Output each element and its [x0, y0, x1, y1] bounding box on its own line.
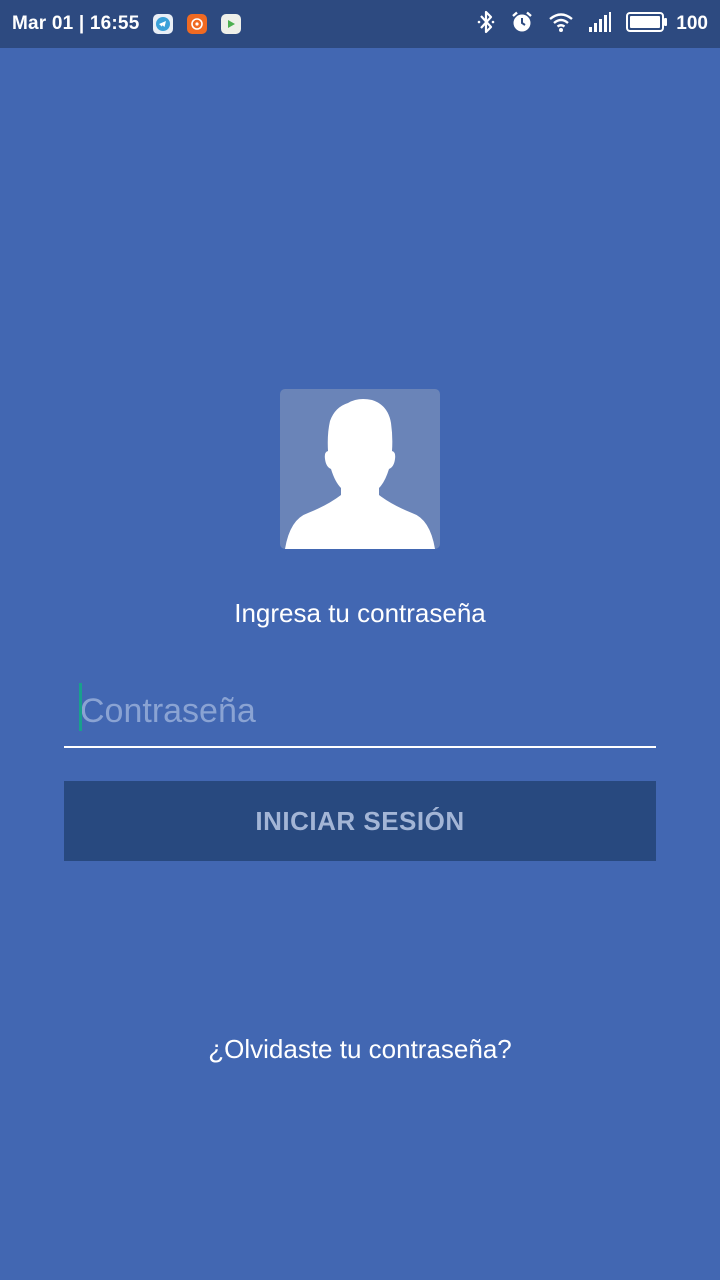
login-button[interactable]: INICIAR SESIÓN — [64, 781, 656, 861]
status-right: 100 — [476, 9, 708, 40]
bluetooth-icon — [476, 9, 496, 40]
status-left: Mar 01 | 16:55 — [12, 13, 242, 35]
password-input[interactable] — [64, 678, 656, 744]
forgot-password-link[interactable]: ¿Olvidaste tu contraseña? — [0, 1034, 720, 1065]
password-field[interactable] — [64, 678, 656, 748]
avatar — [280, 389, 440, 549]
status-time: Mar 01 | 16:55 — [12, 13, 140, 34]
telegram-icon — [153, 14, 174, 34]
person-silhouette-icon — [285, 399, 435, 549]
password-prompt: Ingresa tu contraseña — [234, 598, 486, 628]
text-cursor — [79, 683, 82, 731]
status-bar: Mar 01 | 16:55 100 — [0, 0, 720, 48]
play-icon — [221, 14, 242, 34]
wifi-icon — [548, 11, 574, 38]
alarm-icon — [510, 10, 534, 39]
signal-icon — [588, 11, 612, 38]
battery-icon — [626, 11, 668, 38]
login-screen: Mar 01 | 16:55 100 Ingresa tu contraseña… — [0, 0, 720, 1280]
orange-app-icon — [187, 14, 208, 34]
battery-level: 100 — [676, 13, 708, 34]
